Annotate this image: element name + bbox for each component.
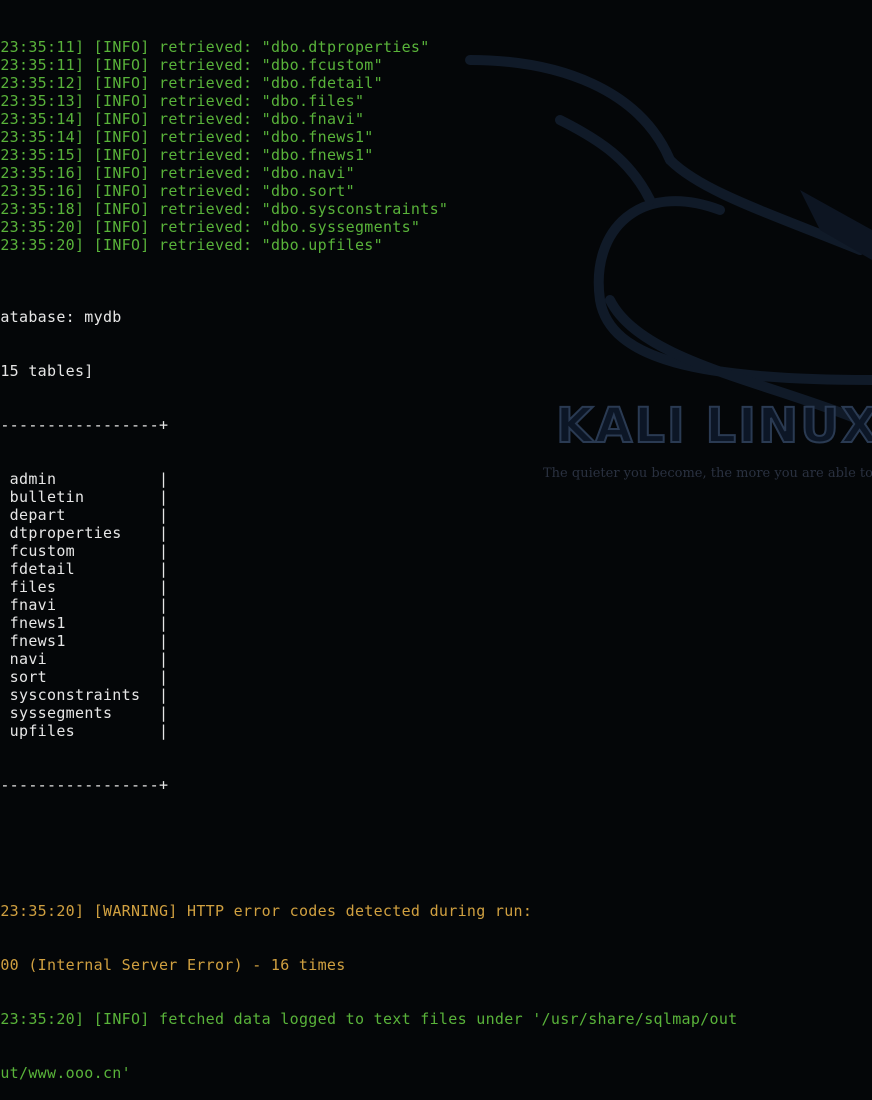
log-message: retrieved: "dbo.upfiles" <box>159 236 383 254</box>
timestamp: [23:35:14] <box>0 128 85 146</box>
timestamp: [23:35:20] <box>0 1010 85 1028</box>
log-line: [23:35:11] [INFO] retrieved: "dbo.dtprop… <box>0 38 738 56</box>
timestamp: [23:35:18] <box>0 200 85 218</box>
log-level: [INFO] <box>93 38 150 56</box>
log-line: [23:35:14] [INFO] retrieved: "dbo.fnews1… <box>0 128 738 146</box>
log-message: retrieved: "dbo.navi" <box>159 164 355 182</box>
table-border-top: +-----------------+ <box>0 416 169 434</box>
timestamp: [23:35:16] <box>0 164 85 182</box>
tables-list: | admin || bulletin || depart || dtprope… <box>0 470 738 740</box>
table-name: fnews1 <box>9 614 66 632</box>
fetched-line: [23:35:20] [INFO] fetched data logged to… <box>0 1010 738 1028</box>
log-level: [INFO] <box>93 164 150 182</box>
log-level: [INFO] <box>93 92 150 110</box>
table-name: syssegments <box>9 704 113 722</box>
table-border-bottom: +-----------------+ <box>0 776 169 794</box>
terminal-output: [23:35:11] [INFO] retrieved: "dbo.dtprop… <box>0 2 738 1100</box>
table-name: depart <box>9 506 66 524</box>
tables-count-line: [15 tables] <box>0 362 94 380</box>
table-name: sort <box>9 668 47 686</box>
log-line: [23:35:12] [INFO] retrieved: "dbo.fdetai… <box>0 74 738 92</box>
log-lines: [23:35:11] [INFO] retrieved: "dbo.dtprop… <box>0 38 738 254</box>
log-level: [INFO] <box>93 200 150 218</box>
database-line: Database: mydb <box>0 308 122 326</box>
timestamp: [23:35:12] <box>0 74 85 92</box>
log-line: [23:35:20] [INFO] retrieved: "dbo.sysseg… <box>0 218 738 236</box>
log-line: [23:35:14] [INFO] retrieved: "dbo.fnavi" <box>0 110 738 128</box>
table-row: | fnews1 | <box>0 632 169 650</box>
table-name: admin <box>9 470 57 488</box>
table-row: | fnavi | <box>0 596 169 614</box>
table-name: dtproperties <box>9 524 122 542</box>
timestamp: [23:35:20] <box>0 902 85 920</box>
log-message: retrieved: "dbo.fnews1" <box>159 146 374 164</box>
log-line: [23:35:16] [INFO] retrieved: "dbo.navi" <box>0 164 738 182</box>
table-row: | fcustom | <box>0 542 169 560</box>
error-line: 500 (Internal Server Error) - 16 times <box>0 956 346 974</box>
table-row: | depart | <box>0 506 169 524</box>
log-line: [23:35:20] [INFO] retrieved: "dbo.upfile… <box>0 236 738 254</box>
log-level: [INFO] <box>93 146 150 164</box>
table-name: bulletin <box>9 488 85 506</box>
timestamp: [23:35:15] <box>0 146 85 164</box>
log-message: retrieved: "dbo.fnavi" <box>159 110 365 128</box>
table-row: | bulletin | <box>0 488 169 506</box>
log-level: [INFO] <box>93 74 150 92</box>
table-row: | sort | <box>0 668 169 686</box>
log-level: [INFO] <box>93 128 150 146</box>
log-level: [INFO] <box>93 236 150 254</box>
warning-line: [23:35:20] [WARNING] HTTP error codes de… <box>0 902 738 920</box>
log-message: retrieved: "dbo.syssegments" <box>159 218 421 236</box>
log-message: retrieved: "dbo.fcustom" <box>159 56 383 74</box>
table-row: | syssegments | <box>0 704 169 722</box>
table-name: fcustom <box>9 542 75 560</box>
table-name: upfiles <box>9 722 75 740</box>
table-row: | files | <box>0 578 169 596</box>
log-line: [23:35:13] [INFO] retrieved: "dbo.files" <box>0 92 738 110</box>
timestamp: [23:35:14] <box>0 110 85 128</box>
table-row: | fdetail | <box>0 560 169 578</box>
log-line: [23:35:18] [INFO] retrieved: "dbo.syscon… <box>0 200 738 218</box>
log-level: [WARNING] <box>93 902 178 920</box>
table-name: fnavi <box>9 596 57 614</box>
log-level: [INFO] <box>93 182 150 200</box>
partial-line: put/www.ooo.cn' <box>0 1064 131 1082</box>
timestamp: [23:35:20] <box>0 218 85 236</box>
table-name: sysconstraints <box>9 686 141 704</box>
log-line: [23:35:16] [INFO] retrieved: "dbo.sort" <box>0 182 738 200</box>
log-level: [INFO] <box>93 218 150 236</box>
log-message: fetched data logged to text files under … <box>159 1010 738 1028</box>
log-message: retrieved: "dbo.sort" <box>159 182 355 200</box>
log-message: retrieved: "dbo.fnews1" <box>159 128 374 146</box>
table-row: | sysconstraints | <box>0 686 169 704</box>
table-row: | fnews1 | <box>0 614 169 632</box>
log-message: HTTP error codes detected during run: <box>186 902 533 920</box>
timestamp: [23:35:11] <box>0 38 85 56</box>
log-line: [23:35:11] [INFO] retrieved: "dbo.fcusto… <box>0 56 738 74</box>
table-name: navi <box>9 650 47 668</box>
table-name: fdetail <box>9 560 75 578</box>
log-message: retrieved: "dbo.files" <box>159 92 365 110</box>
table-name: fnews1 <box>9 632 66 650</box>
timestamp: [23:35:16] <box>0 182 85 200</box>
table-name: files <box>9 578 57 596</box>
table-row: | upfiles | <box>0 722 169 740</box>
log-level: [INFO] <box>93 56 150 74</box>
table-row: | admin | <box>0 470 169 488</box>
log-line: [23:35:15] [INFO] retrieved: "dbo.fnews1… <box>0 146 738 164</box>
log-level: [INFO] <box>93 1010 150 1028</box>
table-row: | dtproperties | <box>0 524 169 542</box>
log-level: [INFO] <box>93 110 150 128</box>
timestamp: [23:35:20] <box>0 236 85 254</box>
timestamp: [23:35:11] <box>0 56 85 74</box>
timestamp: [23:35:13] <box>0 92 85 110</box>
log-message: retrieved: "dbo.dtproperties" <box>159 38 430 56</box>
table-row: | navi | <box>0 650 169 668</box>
log-message: retrieved: "dbo.fdetail" <box>159 74 383 92</box>
log-message: retrieved: "dbo.sysconstraints" <box>159 200 449 218</box>
